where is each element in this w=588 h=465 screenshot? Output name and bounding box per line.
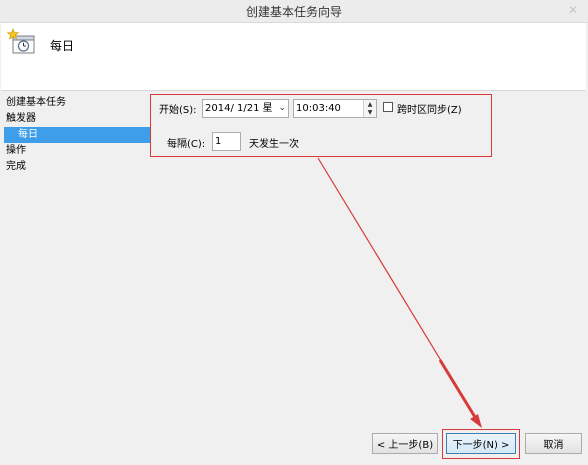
start-date-picker[interactable]: 2014/ 1/21 星 ⌄ [202, 99, 289, 118]
sync-timezone-label: 跨时区同步(Z) [397, 105, 462, 116]
back-button[interactable]: < 上一步(B) [372, 433, 438, 454]
step-action[interactable]: 操作 [0, 143, 150, 159]
start-time-input[interactable]: 10:03:40 ▲ ▼ [293, 99, 377, 118]
step-daily[interactable]: 每日 [4, 127, 150, 143]
step-finish[interactable]: 完成 [0, 159, 150, 175]
task-clock-icon [7, 28, 35, 54]
recur-days-suffix: 天发生一次 [249, 139, 299, 150]
start-label: 开始(S): [159, 105, 197, 116]
recur-days-input[interactable]: 1 [212, 132, 241, 151]
cancel-button[interactable]: 取消 [525, 433, 582, 454]
start-time-value: 10:03:40 [296, 103, 341, 114]
step-trigger[interactable]: 触发器 [0, 111, 150, 127]
window-titlebar: 创建基本任务向导 ✕ [0, 0, 588, 23]
close-icon[interactable]: ✕ [560, 2, 586, 18]
window-title: 创建基本任务向导 [245, 4, 342, 19]
wizard-header: 每日 [1, 23, 586, 91]
recur-every-label: 每隔(C): [167, 139, 206, 150]
next-button[interactable]: 下一步(N) > [446, 433, 516, 454]
chevron-down-icon: ⌄ [278, 103, 286, 113]
sync-timezone-checkbox[interactable] [383, 102, 393, 112]
step-create-basic-task[interactable]: 创建基本任务 [0, 95, 150, 111]
recur-days-value: 1 [215, 136, 222, 147]
page-title: 每日 [50, 39, 75, 53]
start-date-value: 2014/ 1/21 星 [205, 103, 273, 114]
trigger-settings-highlight: 开始(S): 2014/ 1/21 星 ⌄ 10:03:40 ▲ ▼ 跨时区同步(… [150, 94, 492, 157]
time-spinner-icon[interactable]: ▲ ▼ [363, 100, 376, 117]
wizard-steps: 创建基本任务 触发器 每日 操作 完成 [0, 95, 150, 175]
